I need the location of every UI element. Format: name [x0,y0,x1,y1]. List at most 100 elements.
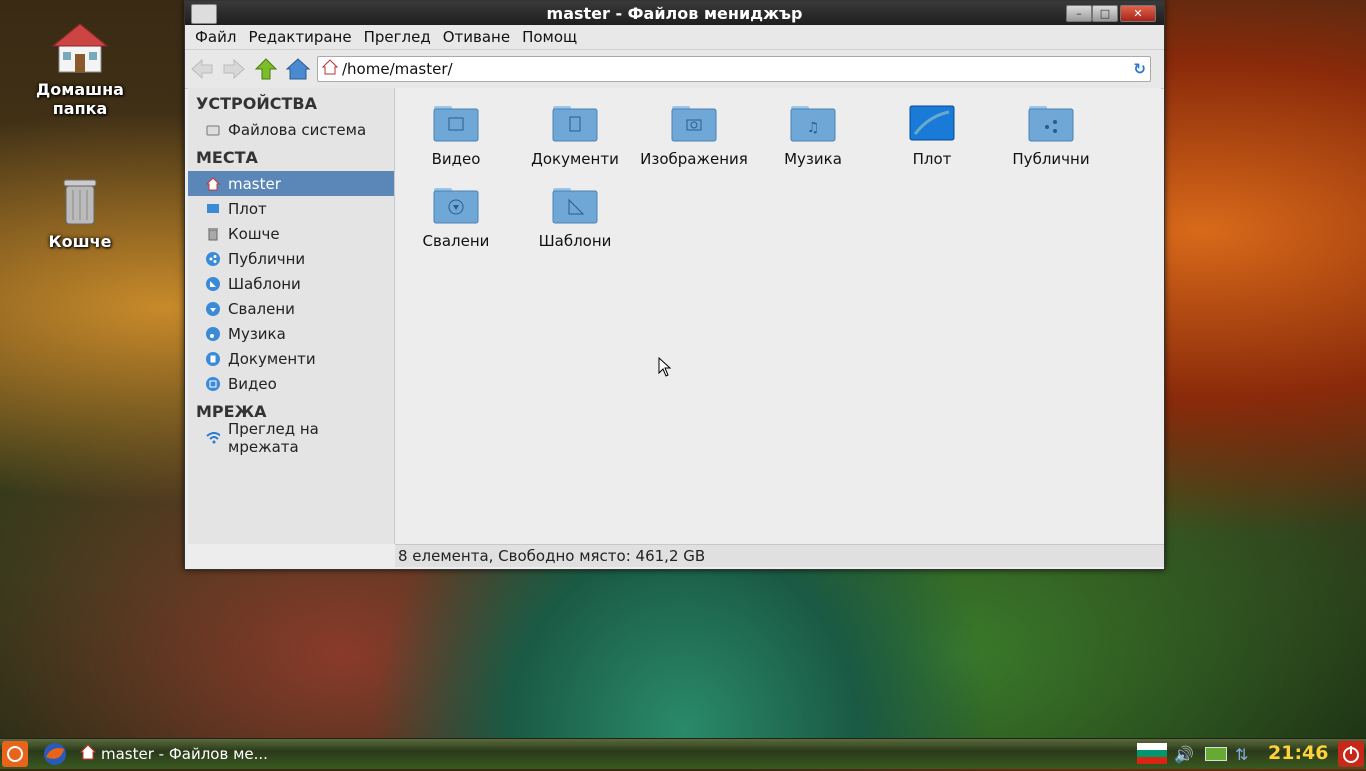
minimize-button[interactable]: – [1066,5,1092,22]
menu-edit[interactable]: Редактиране [242,25,357,49]
firefox-icon [44,743,66,765]
desktop-trash[interactable]: Кошче [25,176,135,251]
sidebar-heading-places: МЕСТА [196,148,258,167]
up-button[interactable] [251,54,281,84]
power-icon [1343,746,1359,763]
video-folder-icon [433,104,479,142]
desktop-icon-label: Кошче [48,232,112,251]
file-label: Плот [912,150,952,168]
documents-icon [206,351,220,366]
status-bar: 8 елемента, Свободно място: 461,2 GB [395,544,1164,567]
file-item[interactable]: Свалени [397,186,515,250]
menu-go[interactable]: Отиване [437,25,516,49]
sidebar-item-label: Публични [228,249,306,268]
sidebar-item-network[interactable]: Преглед на мрежата [188,420,394,456]
home-button[interactable] [283,54,313,84]
sidebar-item-label: master [228,174,281,193]
up-arrow-icon [254,58,278,80]
wifi-icon [206,431,220,445]
file-view[interactable]: Видео Документи Изображения ♫ Музика Пло… [395,88,1161,544]
reload-icon[interactable]: ↻ [1133,60,1146,78]
documents-folder-icon [552,104,598,142]
drive-icon [206,123,220,137]
sidebar-item-video[interactable]: Видео [188,371,394,396]
menu-file[interactable]: Файл [189,25,242,49]
location-home-icon [321,59,339,79]
file-item[interactable]: Изображения [635,104,753,168]
taskbar-window-label: master - Файлов ме... [101,745,268,763]
file-label: Публични [1012,150,1090,168]
window-title: master - Файлов мениджър [546,4,803,23]
sidebar-item-master[interactable]: master [188,171,394,196]
sidebar-item-label: Преглед на мрежата [228,419,319,456]
pictures-folder-icon [671,104,717,142]
power-button[interactable] [1338,741,1364,767]
sidebar-item-public[interactable]: Публични [188,246,394,271]
svg-text:♫: ♫ [807,120,820,136]
home-icon [206,176,220,191]
menu-help[interactable]: Помощ [516,25,583,49]
sidebar-item-filesystem[interactable]: Файлова система [188,117,394,142]
sidebar-item-label: Кошче [228,224,280,243]
sidebar-item-label: Шаблони [228,274,301,293]
sidebar-item-downloads[interactable]: Свалени [188,296,394,321]
sidebar-item-desktop[interactable]: Плот [188,196,394,221]
file-item[interactable]: Документи [516,104,634,168]
desktop-home-folder[interactable]: Домашна папка [25,22,135,118]
music-icon [206,326,220,341]
forward-arrow-icon [223,58,245,80]
sidebar-item-music[interactable]: Музика [188,321,394,346]
file-label: Изображения [640,150,748,168]
taskbar: master - Файлов ме... 🔊 ⇅ 21:46 [0,738,1366,769]
video-icon [206,376,220,391]
home-folder-icon [51,22,109,74]
firefox-launcher[interactable] [42,741,68,767]
volume-icon[interactable]: 🔊 [1174,745,1194,764]
sidebar-heading-devices: УСТРОЙСТВА [196,94,317,113]
menu-view[interactable]: Преглед [358,25,437,49]
toolbar: /home/master/ ↻ [185,50,1164,89]
home-icon [79,744,97,764]
keyboard-layout-flag[interactable] [1137,743,1167,764]
start-menu-button[interactable] [2,741,28,767]
file-item[interactable]: Видео [397,104,515,168]
file-item[interactable]: Шаблони [516,186,634,250]
mouse-cursor-icon [658,356,672,381]
sidebar-item-templates[interactable]: Шаблони [188,271,394,296]
file-manager-window: master - Файлов мениджър – □ ✕ Файл Реда… [184,0,1165,570]
location-input[interactable]: /home/master/ [342,60,1133,78]
close-button[interactable]: ✕ [1120,5,1156,22]
file-label: Музика [784,150,842,168]
location-bar[interactable]: /home/master/ ↻ [317,56,1151,82]
templates-icon [206,276,220,291]
sidebar-item-documents[interactable]: Документи [188,346,394,371]
battery-icon[interactable] [1205,747,1227,761]
menu-bar: Файл Редактиране Преглед Отиване Помощ [185,25,1164,50]
sidebar-item-label: Плот [228,199,267,218]
network-icon[interactable]: ⇅ [1235,745,1248,764]
file-label: Документи [531,150,619,168]
sidebar-item-trash[interactable]: Кошче [188,221,394,246]
sidebar-item-label: Музика [228,324,286,343]
file-item[interactable]: ♫ Музика [754,104,872,168]
file-label: Шаблони [538,232,612,250]
downloads-folder-icon [433,186,479,224]
file-item[interactable]: Публични [992,104,1110,168]
forward-button[interactable] [219,54,249,84]
home-icon [285,58,311,80]
desktop-icon-label-1: Домашна [36,80,124,99]
title-bar[interactable]: master - Файлов мениджър – □ ✕ [185,1,1164,25]
ubuntu-logo-icon [7,746,23,762]
file-label: Свалени [422,232,490,250]
clock[interactable]: 21:46 [1268,742,1328,764]
trash-icon [60,176,100,226]
taskbar-window-button[interactable]: master - Файлов ме... [79,742,268,766]
sidebar-item-label: Свалени [228,299,295,318]
sidebar-item-label: Документи [228,349,316,368]
file-item[interactable]: Плот [873,104,991,168]
sidebar-item-label: Видео [228,374,277,393]
back-button[interactable] [187,54,217,84]
download-icon [206,301,220,316]
music-folder-icon: ♫ [790,104,836,142]
maximize-button[interactable]: □ [1092,5,1118,22]
